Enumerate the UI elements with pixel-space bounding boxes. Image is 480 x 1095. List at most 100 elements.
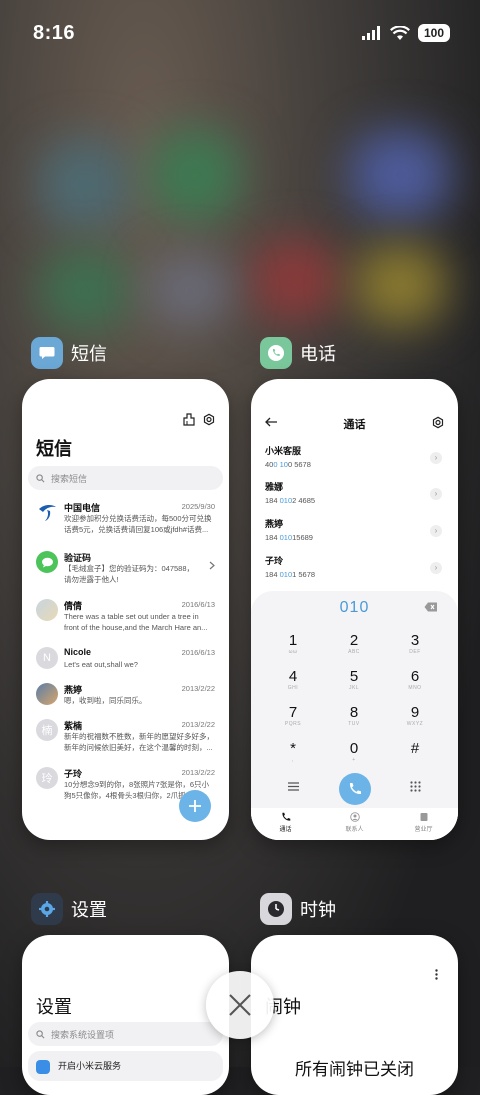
dial-key-1[interactable]: 1 ωω [263,632,323,655]
contact-row[interactable]: 燕婷 184 01015689 › [265,517,444,547]
contact-name: 雅娜 [265,482,284,492]
dial-key-7[interactable]: 7 PQRS [263,704,323,727]
chevron-right-icon[interactable]: › [430,452,442,464]
number-part: 2 4685 [292,496,316,505]
contact-row[interactable]: 子玲 184 0101 5678 › [265,554,444,584]
menu-icon[interactable] [288,782,299,791]
key-digit: # [410,740,420,757]
conversation-date: 2013/2/22 [181,768,215,777]
page-title: 通话 [343,419,366,431]
key-letters: WXYZ [406,721,424,727]
contact-name: 燕婷 [265,519,284,529]
settings-app-icon [31,893,63,925]
page-title: 短信 [36,439,72,459]
blurred-app-icon [355,245,445,325]
tab-label: 联系人 [345,827,364,833]
dial-key-6[interactable]: 6 MNO [385,668,445,691]
sms-app-icon [31,337,63,369]
key-letters: , [292,757,294,763]
gear-icon[interactable] [203,413,215,426]
app-label-phone[interactable]: 电话 [260,337,336,369]
conversation-date: 2025/9/30 [181,502,215,511]
app-label-sms[interactable]: 短信 [31,337,107,369]
tab-label: 通话 [279,827,292,833]
avatar: 玲 [36,767,58,789]
dial-key-2[interactable]: 2 ABC [324,632,384,655]
cloud-icon [36,1060,50,1074]
page-title: 设置 [36,997,72,1017]
more-options-icon[interactable] [435,969,438,980]
clear-all-button[interactable] [206,971,274,1039]
list-item[interactable]: N Nicole 2016/6/13 Let's eat out,shall w… [36,647,215,687]
key-digit: 2 [349,632,359,649]
dial-key-0[interactable]: 0 + [324,740,384,763]
dial-key-star[interactable]: *, [263,740,323,763]
dial-key-8[interactable]: 8 TUV [324,704,384,727]
number-match: 0 10 [273,460,288,469]
key-letters: MNO [408,685,422,691]
avatar [36,683,58,705]
avatar: 楠 [36,719,58,741]
chevron-right-icon[interactable]: › [430,525,442,537]
contact-number: 184 0101 5678 [265,570,444,579]
sms-app-card[interactable]: 短信 搜索短信 中国电信 2025/9/30 欢迎参加积分兑换话费活动，每500… [22,379,229,840]
blurred-app-icon [250,240,340,320]
new-message-button[interactable] [179,790,211,822]
app-label-clock[interactable]: 时钟 [260,893,336,925]
blurred-app-icon [150,130,240,220]
backspace-icon[interactable] [424,602,438,612]
plus-icon [189,800,201,812]
list-item[interactable]: 燕婷 2013/2/22 嗯，收到啦，同乐同乐。 [36,683,215,723]
app-label-text: 设置 [71,900,107,920]
dial-key-9[interactable]: 9 WXYZ [385,704,445,727]
conversation-date: 2013/2/22 [181,720,215,729]
tab-contacts[interactable]: 联系人 [320,808,389,840]
conversation-preview: There was a table set out under a tree i… [64,612,208,632]
tab-service-hall[interactable]: 营业厅 [389,808,458,840]
conversation-date: 2013/2/22 [181,684,215,693]
list-item[interactable]: 中国电信 2025/9/30 欢迎参加积分兑换话费活动，每500分可兑换话费5元… [36,501,215,541]
search-icon [36,473,45,482]
key-letters: DEF [409,649,421,655]
contact-row[interactable]: 雅娜 184 0102 4685 › [265,480,444,510]
phone-app-card[interactable]: 通话 小米客服 400 100 5678 › 雅娜 184 0102 4685 … [251,379,458,840]
blurred-app-icon [40,250,130,330]
phone-icon [349,783,361,795]
dial-key-5[interactable]: 5 JKL [324,668,384,691]
dial-key-3[interactable]: 3 DEF [385,632,445,655]
key-digit: 8 [349,704,359,721]
contact-name: 子玲 [265,556,284,566]
call-button[interactable] [339,773,371,805]
search-input[interactable]: 搜索系统设置项 [28,1022,223,1046]
person-icon [349,812,360,822]
settings-item-mi-cloud[interactable]: 开启小米云服务 [28,1051,223,1081]
gear-icon[interactable] [432,416,444,429]
chevron-right-icon[interactable]: › [430,488,442,500]
contact-number: 184 01015689 [265,533,444,542]
number-part: 184 [265,570,280,579]
settings-item-label: 开启小米云服务 [58,1061,122,1071]
number-part: 15689 [292,533,313,542]
clock-app-card[interactable]: 闹钟 所有闹钟已关闭 [251,935,458,1095]
conversation-preview: 新年的祝福数不胜数，新年的愿望好多好多，新年的问候依旧美好，在这个温馨的时刻，.… [64,732,214,752]
chevron-right-icon[interactable]: › [430,562,442,574]
key-letters: JKL [348,685,360,691]
settings-app-card[interactable]: 设置 搜索系统设置项 开启小米云服务 [22,935,229,1095]
contact-row[interactable]: 小米客服 400 100 5678 › [265,444,444,474]
list-item[interactable]: 楠 紫楠 2013/2/22 新年的祝福数不胜数，新年的愿望好多好多，新年的问候… [36,719,215,759]
conversation-date: 2016/6/13 [181,648,215,657]
app-label-settings[interactable]: 设置 [31,893,107,925]
wechat-icon [36,551,58,573]
list-item[interactable]: 验证码 【毛绒盒子】您的验证码为：047588，请勿泄露于他人! [36,551,215,591]
clean-icon[interactable] [183,413,195,426]
search-input[interactable]: 搜索短信 [28,466,223,490]
tab-calls[interactable]: 通话 [251,808,320,840]
search-placeholder: 搜索系统设置项 [51,1029,115,1040]
conversation-preview: 欢迎参加积分兑换话费活动，每500分可兑换话费5元，兑换话费请回复106或jfd… [64,514,212,534]
dial-key-4[interactable]: 4 GHI [263,668,323,691]
list-item[interactable]: 倩倩 2016/6/13 There was a table set out u… [36,599,215,639]
dial-key-hash[interactable]: # [385,740,445,757]
dialpad-grid-icon[interactable] [410,781,421,792]
store-icon [420,813,427,821]
conversation-preview: Let's eat out,shall we? [64,660,138,669]
